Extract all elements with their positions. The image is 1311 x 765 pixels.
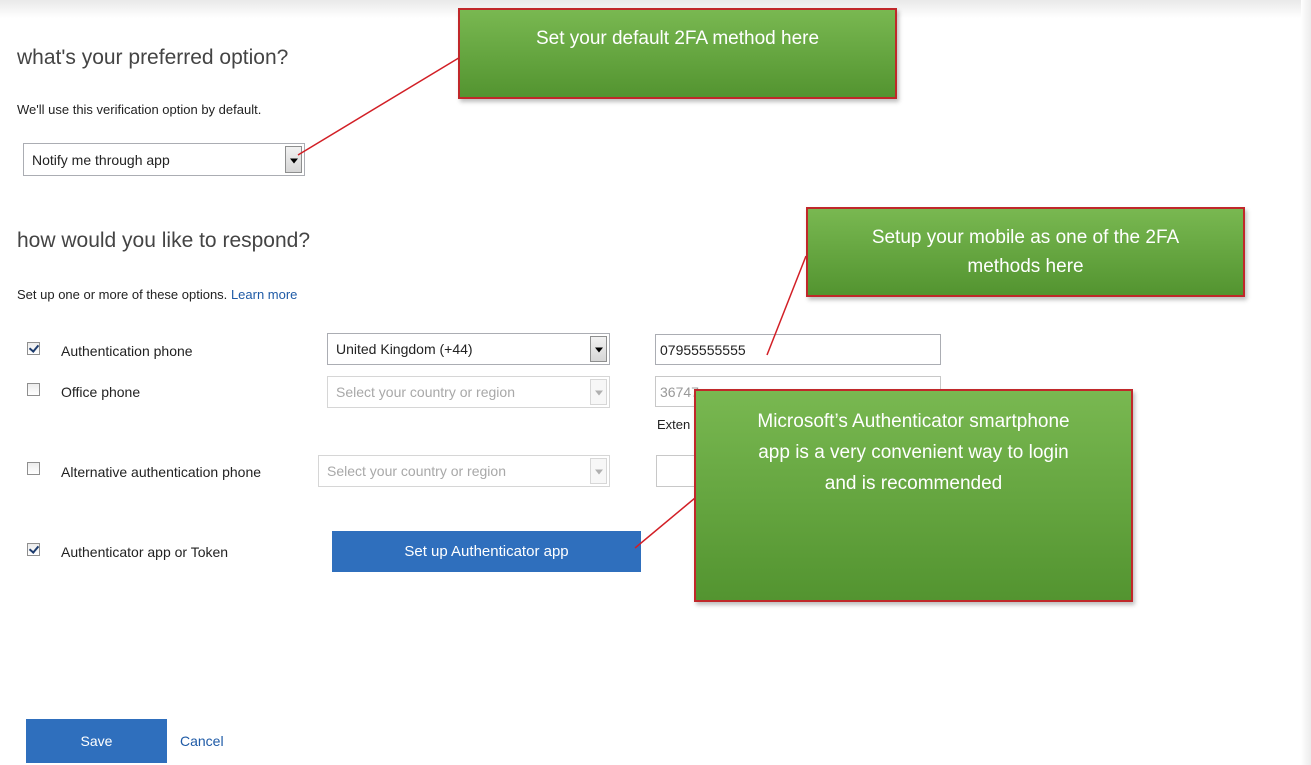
- callout-default-method: Set your default 2FA method here: [458, 8, 897, 99]
- leader-line-authenticator: [634, 497, 696, 549]
- callout-authenticator: Microsoft’s Authenticator smartphone app…: [694, 389, 1133, 602]
- callout-mobile: Setup your mobile as one of the 2FA meth…: [806, 207, 1245, 297]
- callout-leader-lines: [297, 55, 807, 549]
- leader-line-default-method: [297, 55, 463, 156]
- leader-line-mobile: [766, 255, 807, 356]
